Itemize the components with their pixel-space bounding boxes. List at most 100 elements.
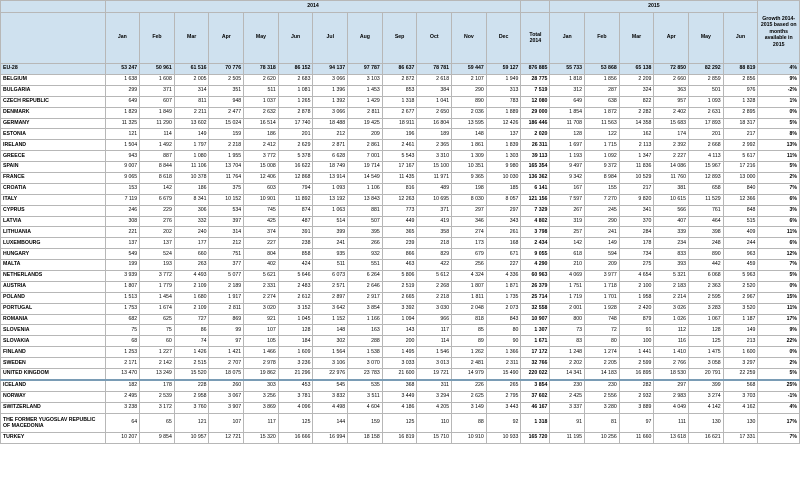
value-2014-cell: 399 [312,226,349,239]
total-2014-cell: 60 963 [520,270,551,282]
value-2015-cell: 2 420 [618,302,655,315]
country-name: FRANCE [0,172,106,184]
table-row: IRELAND 1 504 1 492 1 797 2 218 2 412 2 629 2 8… [0,139,800,152]
value-2014-cell: 524 [139,248,175,261]
value-2014-cell: 3 103 [347,74,383,86]
value-2014-cell: 11 325 [104,117,141,130]
month-header-2015-jun: Jun [722,12,759,64]
value-2015-cell: 2 599 [618,357,655,370]
value-2014-cell: 105 [243,335,279,348]
value-2015-cell: 1 274 [584,346,620,359]
value-2014-cell: 818 [451,313,487,326]
value-2014-cell: 6 073 [312,270,349,282]
value-2015-cell: 244 [722,237,759,250]
value-2015-cell: 213 [722,335,759,348]
value-2015-cell: 9 372 [584,161,620,174]
value-2015-cell: 761 [688,204,724,217]
growth-cell: 15% [757,291,800,304]
value-2015-cell: 464 [688,215,724,228]
value-2014-cell: 88 [451,412,487,434]
value-2014-cell: 50 961 [139,63,175,75]
value-2014-cell: 16 819 [381,432,418,444]
month-header-2015-feb: Feb [584,12,620,64]
value-2014-cell: 173 [451,237,487,250]
value-2014-cell: 811 [173,95,210,108]
total-2014-cell: 121 156 [520,193,551,206]
value-2014-cell: 2 481 [451,357,487,370]
value-2014-cell: 15 320 [243,432,279,444]
value-2014-cell: 1 538 [347,346,383,359]
value-2014-cell: 110 [416,412,453,434]
value-2014-cell: 874 [277,204,314,217]
total-2014-cell: 1 671 [520,335,551,348]
table-row: GREECE 943 887 1 080 1 955 3 772 5 378 6 628 7 0… [0,150,800,163]
value-2014-cell: 148 [451,128,487,141]
value-2015-cell: 2 282 [618,106,655,119]
value-2014-cell: 18 749 [312,161,349,174]
country-name: SLOVENIA [0,324,106,337]
value-2015-cell: 9 342 [549,172,586,184]
value-2014-cell: 1 807 [451,280,487,293]
value-2014-cell: 346 [451,215,487,228]
value-2015-cell: 287 [584,84,620,97]
value-2015-cell: 116 [653,335,690,348]
value-2015-cell: 1 719 [549,291,586,304]
value-2014-cell: 5 543 [381,150,418,163]
country-name: SWEDEN [0,357,106,370]
value-2015-cell: 122 [584,128,620,141]
value-2014-cell: 19 714 [347,161,383,174]
value-2015-cell: 162 [618,128,655,141]
value-2015-cell: 257 [549,226,586,239]
value-2015-cell: 800 [549,313,586,326]
value-2014-cell: 266 [347,237,383,250]
value-2014-cell: 1 917 [208,291,245,304]
value-2014-cell: 13 470 [104,368,141,381]
value-2014-cell: 299 [104,84,141,97]
value-2014-cell: 137 [485,128,522,141]
value-2014-cell: 14 979 [451,368,487,381]
value-2015-cell: 442 [688,259,724,272]
month-header-2014-dec: Dec [485,12,522,64]
value-2015-cell: 7 597 [549,193,586,206]
value-2014-cell: 932 [347,248,383,261]
value-2015-cell: 11 760 [653,172,690,184]
value-2014-cell: 649 [104,95,141,108]
value-2015-cell: 11 708 [549,117,586,130]
value-2015-cell: 833 [653,248,690,261]
value-2015-cell: 82 292 [688,63,724,75]
total-2014-cell: 9 055 [520,248,551,261]
value-2015-cell: 3 337 [549,401,586,414]
value-2014-cell: 2 477 [208,106,245,119]
value-2014-cell: 2 571 [312,280,349,293]
value-2014-cell: 422 [416,259,453,272]
value-2014-cell: 1 735 [485,291,522,304]
value-2014-cell: 794 [277,182,314,195]
value-2015-cell: 267 [549,204,586,217]
value-2015-cell: 230 [584,378,620,392]
value-2014-cell: 12 721 [208,432,245,444]
total-2014-cell: 29 000 [520,106,551,119]
value-2014-cell: 19 862 [243,368,279,381]
value-2014-cell: 17 167 [381,161,418,174]
value-2014-cell: 97 [208,335,245,348]
total-2014-cell: 4 802 [520,215,551,228]
value-2014-cell: 9 065 [104,172,141,184]
value-2015-cell: 3 274 [688,390,724,403]
value-2014-cell: 1 871 [485,280,522,293]
value-2014-cell: 881 [347,204,383,217]
value-2014-cell: 2 331 [243,280,279,293]
growth-cell: 1% [757,95,800,108]
total-2014-cell: 37 602 [520,390,551,403]
value-2014-cell: 16 804 [416,117,453,130]
value-2014-cell: 2 461 [381,139,418,152]
value-2014-cell: 2 311 [485,357,522,370]
total-2014-header: Total 2014 [520,12,551,64]
value-2014-cell: 2 872 [381,74,418,86]
value-2014-cell: 603 [243,182,279,195]
value-2014-cell: 2 218 [416,291,453,304]
value-2014-cell: 246 [104,204,141,217]
value-2014-cell: 148 [312,324,349,337]
value-2015-cell: 3 703 [722,390,759,403]
country-name: LATVIA [0,215,106,228]
value-2015-cell: 1 347 [618,150,655,163]
